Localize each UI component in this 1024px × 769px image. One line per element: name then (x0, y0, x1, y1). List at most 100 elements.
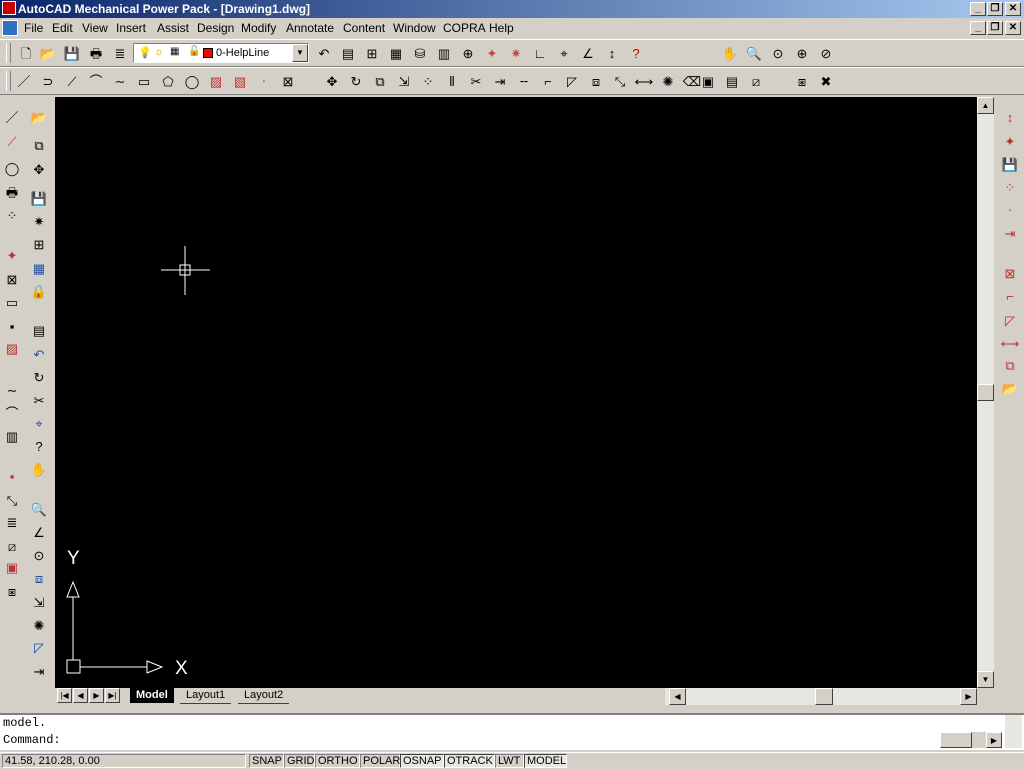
line-icon[interactable]: ／ (14, 71, 34, 91)
table-icon[interactable]: ▥ (2, 426, 22, 446)
chevron-down-icon[interactable]: ▼ (292, 44, 308, 62)
close-button[interactable]: ✕ (1005, 2, 1021, 16)
zoom-realtime-icon[interactable]: 🔍 (744, 43, 764, 63)
hatch2-icon[interactable]: ▧ (230, 71, 250, 91)
block2-icon[interactable]: ▪ (2, 466, 22, 486)
fillet-icon[interactable]: ⌐ (1000, 286, 1020, 306)
scroll-up-button[interactable]: ▲ (977, 97, 994, 114)
extend-icon[interactable]: ⇥ (490, 71, 510, 91)
offset-icon[interactable]: ⧈ (29, 568, 49, 588)
pan-icon[interactable]: ✋ (29, 459, 49, 479)
line-icon[interactable]: ／ (2, 107, 22, 127)
point-icon[interactable]: ⋅ (1000, 200, 1020, 220)
point-icon[interactable]: ⋅ (254, 71, 274, 91)
menu-copra[interactable]: COPRA (443, 21, 486, 35)
help-icon[interactable]: ? (29, 436, 49, 456)
properties-icon[interactable]: ▤ (29, 320, 49, 340)
helpline-icon[interactable]: ↕ (602, 43, 622, 63)
status-toggle-model[interactable]: MODEL (524, 754, 567, 768)
offset-icon[interactable]: ⧈ (586, 71, 606, 91)
last-tab-button[interactable]: ▶| (105, 688, 120, 703)
chamfer-icon[interactable]: ◸ (562, 71, 582, 91)
plot-icon[interactable]: 🖶 (2, 182, 22, 202)
helpline-icon[interactable]: ↕ (1000, 107, 1020, 127)
tab-model[interactable]: Model (130, 688, 174, 703)
scroll-left-button[interactable]: ◀ (669, 688, 686, 705)
open-icon[interactable]: 📂 (38, 43, 58, 63)
zoom-realtime-icon[interactable]: 🔍 (29, 499, 49, 519)
save-icon[interactable]: 💾 (62, 43, 82, 63)
tab-layout1[interactable]: Layout1 (180, 688, 232, 704)
arc-icon[interactable]: ⌒ (86, 71, 106, 91)
status-toggle-otrack[interactable]: OTRACK (444, 754, 495, 768)
status-toggle-grid[interactable]: GRID (284, 754, 315, 768)
xline-icon[interactable]: ⟋ (62, 71, 82, 91)
layer-lock-icon[interactable]: 🔒 (29, 281, 49, 301)
match-icon[interactable]: ⧆ (2, 581, 22, 601)
arc-icon[interactable]: ⌒ (2, 403, 22, 423)
dim2-icon[interactable]: ✷ (29, 211, 49, 231)
restore-button[interactable]: ❐ (987, 2, 1003, 16)
mirror-icon[interactable]: ⫴ (442, 71, 462, 91)
tool-palette-icon[interactable]: ▦ (29, 258, 49, 278)
block-icon[interactable]: ⊠ (2, 269, 22, 289)
break-icon[interactable]: ╌ (514, 71, 534, 91)
next-tab-button[interactable]: ▶ (89, 688, 104, 703)
scale-icon[interactable]: ⤡ (610, 71, 630, 91)
axis-icon[interactable]: ∠ (29, 522, 49, 542)
dim-icon[interactable]: ✦ (482, 43, 502, 63)
design-center-icon[interactable]: ⊞ (29, 234, 49, 254)
grips-icon[interactable]: ▣ (2, 557, 22, 577)
rotate-icon[interactable]: ↻ (346, 71, 366, 91)
circle-icon[interactable]: ◯ (2, 158, 22, 178)
fillet-icon[interactable]: ⌐ (538, 71, 558, 91)
properties2-icon[interactable]: ▤ (722, 71, 742, 91)
trim-icon[interactable]: ✂ (466, 71, 486, 91)
open-icon[interactable]: 📂 (29, 107, 49, 127)
block-icon[interactable]: ⊠ (1000, 263, 1020, 283)
menu-content[interactable]: Content (343, 21, 385, 35)
array-icon[interactable]: ⁘ (418, 71, 438, 91)
plot-icon[interactable]: 🖶 (86, 43, 106, 63)
explode-icon[interactable]: ✺ (29, 615, 49, 635)
doc-restore-button[interactable]: ❐ (987, 21, 1003, 35)
scroll-down-button[interactable]: ▼ (977, 671, 994, 688)
zoom-extents-icon[interactable]: ⊘ (816, 43, 836, 63)
menu-annotate[interactable]: Annotate (286, 21, 334, 35)
trim-icon[interactable]: ✂ (29, 390, 49, 410)
axis-icon[interactable]: ∠ (578, 43, 598, 63)
drawing-area[interactable]: Y X (55, 97, 977, 688)
minimize-button[interactable]: _ (970, 2, 986, 16)
command-scrollbar[interactable] (1005, 715, 1022, 748)
horizontal-scrollbar[interactable]: ◀ ▶ (665, 688, 977, 705)
chamfer-icon[interactable]: ◸ (1000, 310, 1020, 330)
tab-layout2[interactable]: Layout2 (238, 688, 290, 704)
zoom-previous-icon[interactable]: ⊕ (792, 43, 812, 63)
document-icon[interactable] (2, 20, 18, 36)
menu-modify[interactable]: Modify (241, 21, 276, 35)
status-toggle-snap[interactable]: SNAP (249, 754, 284, 768)
rectangle-icon[interactable]: ▭ (2, 292, 22, 312)
lengthen-icon[interactable]: ⟷ (1000, 333, 1020, 353)
move-icon[interactable]: ✥ (29, 159, 49, 179)
vertical-scrollbar[interactable]: ▲ ▼ (977, 97, 994, 688)
hatch-icon[interactable]: ▨ (206, 71, 226, 91)
array-icon[interactable]: ⁘ (2, 205, 22, 225)
distance-icon[interactable]: ⊕ (458, 43, 478, 63)
undo-icon[interactable]: ↶ (314, 43, 334, 63)
polyline-icon[interactable]: ⊃ (38, 71, 58, 91)
design-center-icon[interactable]: ⊞ (362, 43, 382, 63)
snap-icon[interactable]: ⌖ (29, 413, 49, 433)
extend-icon[interactable]: ⇥ (1000, 223, 1020, 243)
hatch-icon[interactable]: ▨ (2, 338, 22, 358)
delete-icon[interactable]: ✖ (816, 71, 836, 91)
layer-prev-icon[interactable]: ⧄ (2, 536, 22, 556)
pan-icon[interactable]: ✋ (720, 43, 740, 63)
layers-icon[interactable]: ≣ (2, 512, 22, 532)
layers-icon[interactable]: ≣ (110, 43, 130, 63)
command-prompt[interactable]: Command: (3, 733, 61, 747)
scale-icon[interactable]: ⤡ (2, 490, 22, 510)
copy-icon[interactable]: ⧉ (370, 71, 390, 91)
spline-icon[interactable]: ∼ (2, 380, 22, 400)
h-scroll-thumb[interactable] (815, 688, 833, 705)
